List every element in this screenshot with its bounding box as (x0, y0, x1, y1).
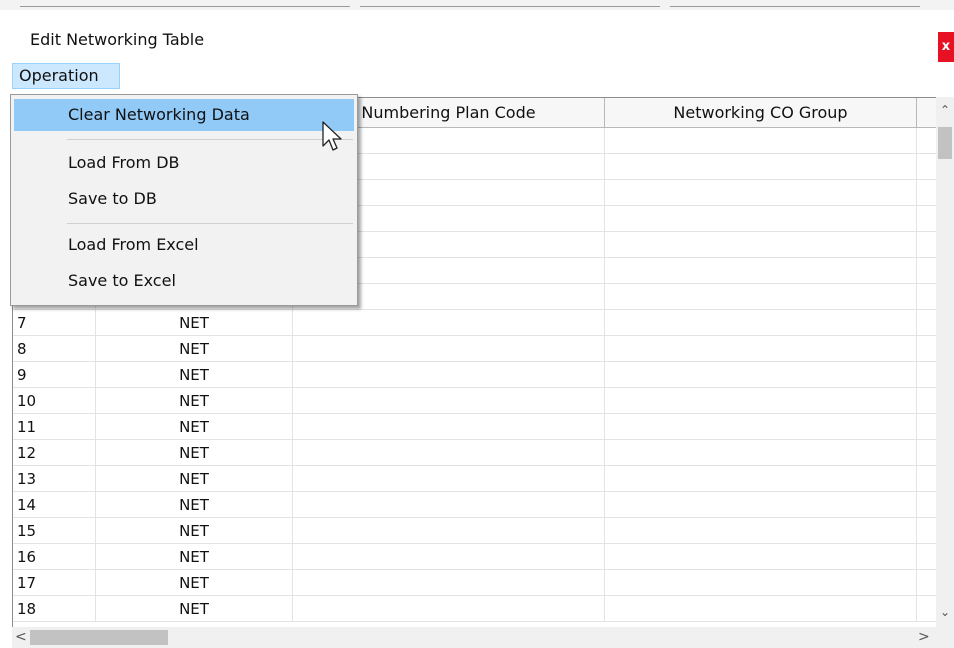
vertical-scrollbar[interactable]: ⌃ ⌄ (936, 97, 954, 627)
table-row[interactable]: 18 NET (13, 596, 937, 622)
row-index: 17 (13, 570, 96, 596)
menu-item-save-to-db[interactable]: Save to DB (14, 183, 354, 215)
table-row[interactable]: 11 NET (13, 414, 937, 440)
table-row[interactable]: 7 NET (13, 310, 937, 336)
scroll-left-icon[interactable]: < (15, 629, 27, 645)
scroll-right-icon[interactable]: > (918, 629, 930, 645)
table-row[interactable]: 15 NET (13, 518, 937, 544)
row-type[interactable]: NET (96, 440, 293, 466)
scrollbar-corner (936, 627, 954, 648)
row-index: 10 (13, 388, 96, 414)
row-index: 9 (13, 362, 96, 388)
table-row[interactable]: 13 NET (13, 466, 937, 492)
table-row[interactable]: 10 NET (13, 388, 937, 414)
row-index: 18 (13, 596, 96, 622)
scroll-up-icon[interactable]: ⌃ (940, 103, 950, 117)
row-type[interactable]: NET (96, 518, 293, 544)
row-index: 12 (13, 440, 96, 466)
row-type[interactable]: NET (96, 362, 293, 388)
row-index: 11 (13, 414, 96, 440)
row-type[interactable]: NET (96, 466, 293, 492)
row-index: 13 (13, 466, 96, 492)
row-type[interactable]: NET (96, 414, 293, 440)
menu-operation[interactable]: Operation (12, 63, 120, 89)
background-window-strip (0, 0, 954, 10)
table-row[interactable]: 16 NET (13, 544, 937, 570)
row-type[interactable]: NET (96, 388, 293, 414)
row-index: 8 (13, 336, 96, 362)
table-row[interactable]: 12 NET (13, 440, 937, 466)
title-bar: Edit Networking Table x (0, 10, 954, 62)
row-index: 7 (13, 310, 96, 336)
table-row[interactable]: 8 NET (13, 336, 937, 362)
scroll-down-icon[interactable]: ⌄ (940, 605, 950, 619)
menu-item-label: Load From DB (68, 153, 180, 172)
menu-separator (67, 139, 353, 140)
row-index: 15 (13, 518, 96, 544)
column-header-networking-co-group[interactable]: Networking CO Group (605, 98, 917, 128)
mouse-pointer-icon (322, 121, 342, 151)
close-button[interactable]: x (938, 32, 954, 62)
row-index: 16 (13, 544, 96, 570)
operation-dropdown-menu: Clear Networking Data Load From DB Save … (10, 94, 358, 306)
menu-item-label: Clear Networking Data (68, 105, 250, 124)
menu-item-label: Save to Excel (68, 271, 176, 290)
horizontal-scrollbar[interactable]: < > (12, 627, 936, 648)
row-type[interactable]: NET (96, 596, 293, 622)
menu-item-load-from-db[interactable]: Load From DB (14, 147, 354, 179)
row-type[interactable]: NET (96, 570, 293, 596)
vertical-scroll-thumb[interactable] (938, 127, 952, 159)
menu-item-label: Load From Excel (68, 235, 199, 254)
row-type[interactable]: NET (96, 310, 293, 336)
row-index: 14 (13, 492, 96, 518)
menu-separator (67, 223, 353, 224)
table-row[interactable]: 9 NET (13, 362, 937, 388)
menu-operation-label: Operation (19, 66, 99, 85)
row-type[interactable]: NET (96, 336, 293, 362)
table-row[interactable]: 14 NET (13, 492, 937, 518)
menu-item-load-from-excel[interactable]: Load From Excel (14, 229, 354, 261)
row-type[interactable]: NET (96, 544, 293, 570)
menu-item-clear-networking-data[interactable]: Clear Networking Data (14, 99, 354, 131)
table-row[interactable]: 17 NET (13, 570, 937, 596)
horizontal-scroll-thumb[interactable] (30, 630, 168, 645)
window-title: Edit Networking Table (30, 30, 205, 49)
menu-item-label: Save to DB (68, 189, 157, 208)
column-header-extra (917, 98, 937, 128)
menu-item-save-to-excel[interactable]: Save to Excel (14, 265, 354, 297)
row-type[interactable]: NET (96, 492, 293, 518)
